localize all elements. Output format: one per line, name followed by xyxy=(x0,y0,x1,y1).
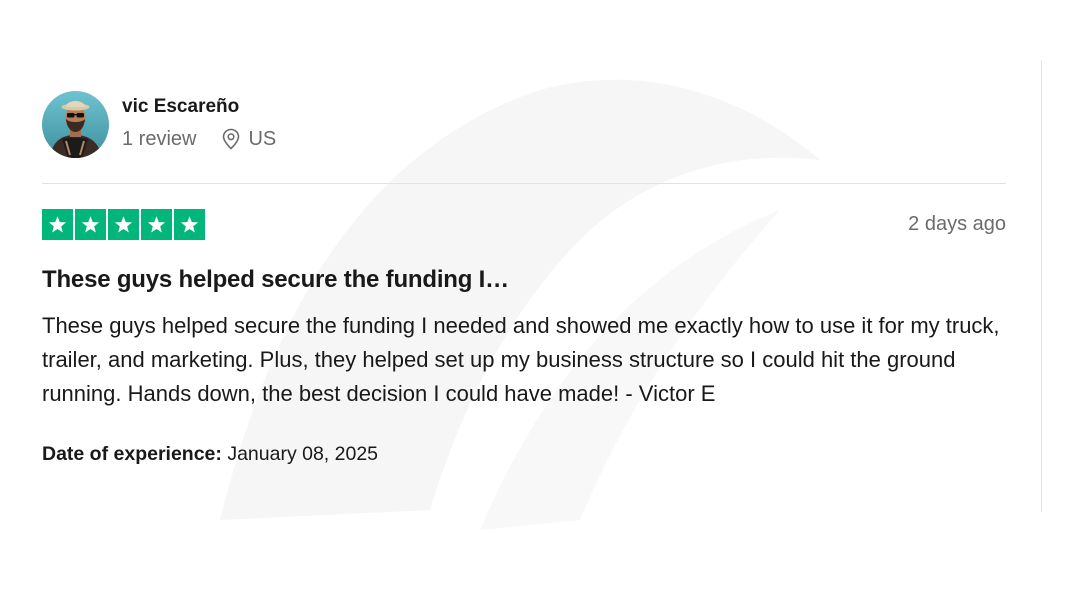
avatar-image xyxy=(42,90,109,158)
reviewer-header: vic Escareño 1 review US xyxy=(42,90,1006,158)
reviewer-info: vic Escareño 1 review US xyxy=(122,96,276,150)
reviewer-country: US xyxy=(248,127,277,150)
review-count: 1 review xyxy=(122,127,197,150)
reviewer-name[interactable]: vic Escareño xyxy=(122,95,276,119)
right-border xyxy=(1041,60,1042,512)
review-title[interactable]: These guys helped secure the funding I… xyxy=(42,265,1006,295)
review-card: vic Escareño 1 review US 2 days ago Thes… xyxy=(42,90,1006,466)
star-rating xyxy=(42,208,205,240)
date-of-experience: Date of experience: January 08, 2025 xyxy=(42,443,1006,466)
star-icon xyxy=(42,208,73,240)
review-body: These guys helped secure the funding I n… xyxy=(42,313,1000,406)
star-icon xyxy=(174,208,205,240)
reviewer-meta: 1 review US xyxy=(122,128,276,150)
star-icon xyxy=(141,208,172,240)
rating-row: 2 days ago xyxy=(42,208,1006,240)
experience-date: January 08, 2025 xyxy=(227,443,379,465)
experience-label: Date of experience: xyxy=(42,443,222,465)
header-divider xyxy=(42,183,1006,184)
avatar[interactable] xyxy=(42,90,109,158)
review-time-ago: 2 days ago xyxy=(908,212,1006,235)
star-icon xyxy=(75,208,106,240)
location-pin-icon xyxy=(222,128,240,150)
star-icon xyxy=(108,208,139,240)
